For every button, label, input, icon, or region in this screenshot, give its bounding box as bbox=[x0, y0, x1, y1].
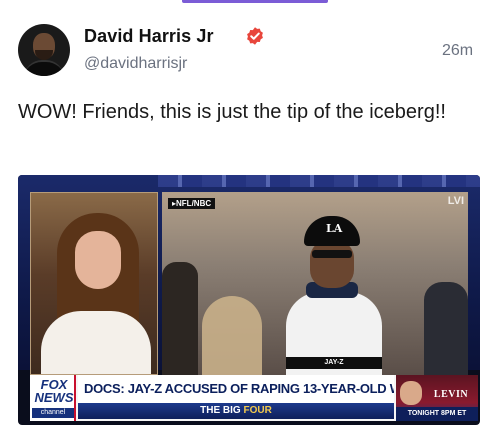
decor-plant bbox=[202, 296, 262, 375]
main-video-panel: LA ▸NFL/NBC LVI JAY-Z bbox=[162, 192, 468, 375]
chyron-ticker: THE BIG FOUR bbox=[78, 403, 394, 419]
avatar-beard bbox=[35, 50, 53, 60]
network-logo-sub: channel bbox=[32, 408, 74, 418]
network-logo-bottom: NEWS bbox=[34, 390, 74, 405]
show-promo: LEVIN TONIGHT 8PM ET bbox=[396, 375, 478, 421]
name-lower-third: JAY-Z bbox=[286, 357, 382, 369]
news-chyron: FOX NEWS channel DOCS: JAY-Z ACCUSED OF … bbox=[30, 375, 478, 421]
avatar[interactable] bbox=[18, 24, 70, 76]
live-tag: LVI bbox=[447, 195, 464, 207]
subject-face bbox=[310, 240, 354, 288]
chyron-headline: DOCS: JAY-Z ACCUSED OF RAPING 13-YEAR-OL… bbox=[78, 375, 394, 403]
promo-show-name: LEVIN bbox=[433, 389, 469, 400]
author-display-name[interactable]: David Harris Jr bbox=[84, 26, 214, 47]
background-person-left bbox=[162, 262, 198, 375]
anchor-blouse bbox=[41, 311, 151, 374]
anchor-face bbox=[75, 231, 121, 289]
subject-sunglasses bbox=[312, 250, 352, 258]
promo-host-photo bbox=[400, 381, 422, 405]
tweet-text: WOW! Friends, this is just the tip of th… bbox=[18, 101, 446, 123]
tweet-media-image[interactable]: LA ▸NFL/NBC LVI JAY-Z FOX NEWS channel D… bbox=[18, 175, 480, 425]
feed-source-tag: ▸NFL/NBC bbox=[168, 198, 216, 209]
verified-badge-icon bbox=[247, 27, 263, 45]
author-handle[interactable]: @davidharrisjr bbox=[84, 55, 187, 73]
cap-logo: LA bbox=[326, 222, 343, 235]
tweet-timestamp[interactable]: 26m bbox=[442, 42, 473, 60]
ticker-right: FOUR bbox=[243, 405, 272, 416]
tweet-card[interactable]: David Harris Jr @davidharrisjr 26m WOW! … bbox=[0, 0, 500, 440]
ticker-left: THE BIG bbox=[200, 405, 244, 416]
anchor-video-panel bbox=[30, 192, 158, 375]
network-logo: FOX NEWS channel bbox=[30, 375, 76, 421]
promo-show-time: TONIGHT 8PM ET bbox=[396, 407, 478, 421]
background-person-right bbox=[424, 282, 468, 375]
avatar-body bbox=[24, 60, 64, 76]
